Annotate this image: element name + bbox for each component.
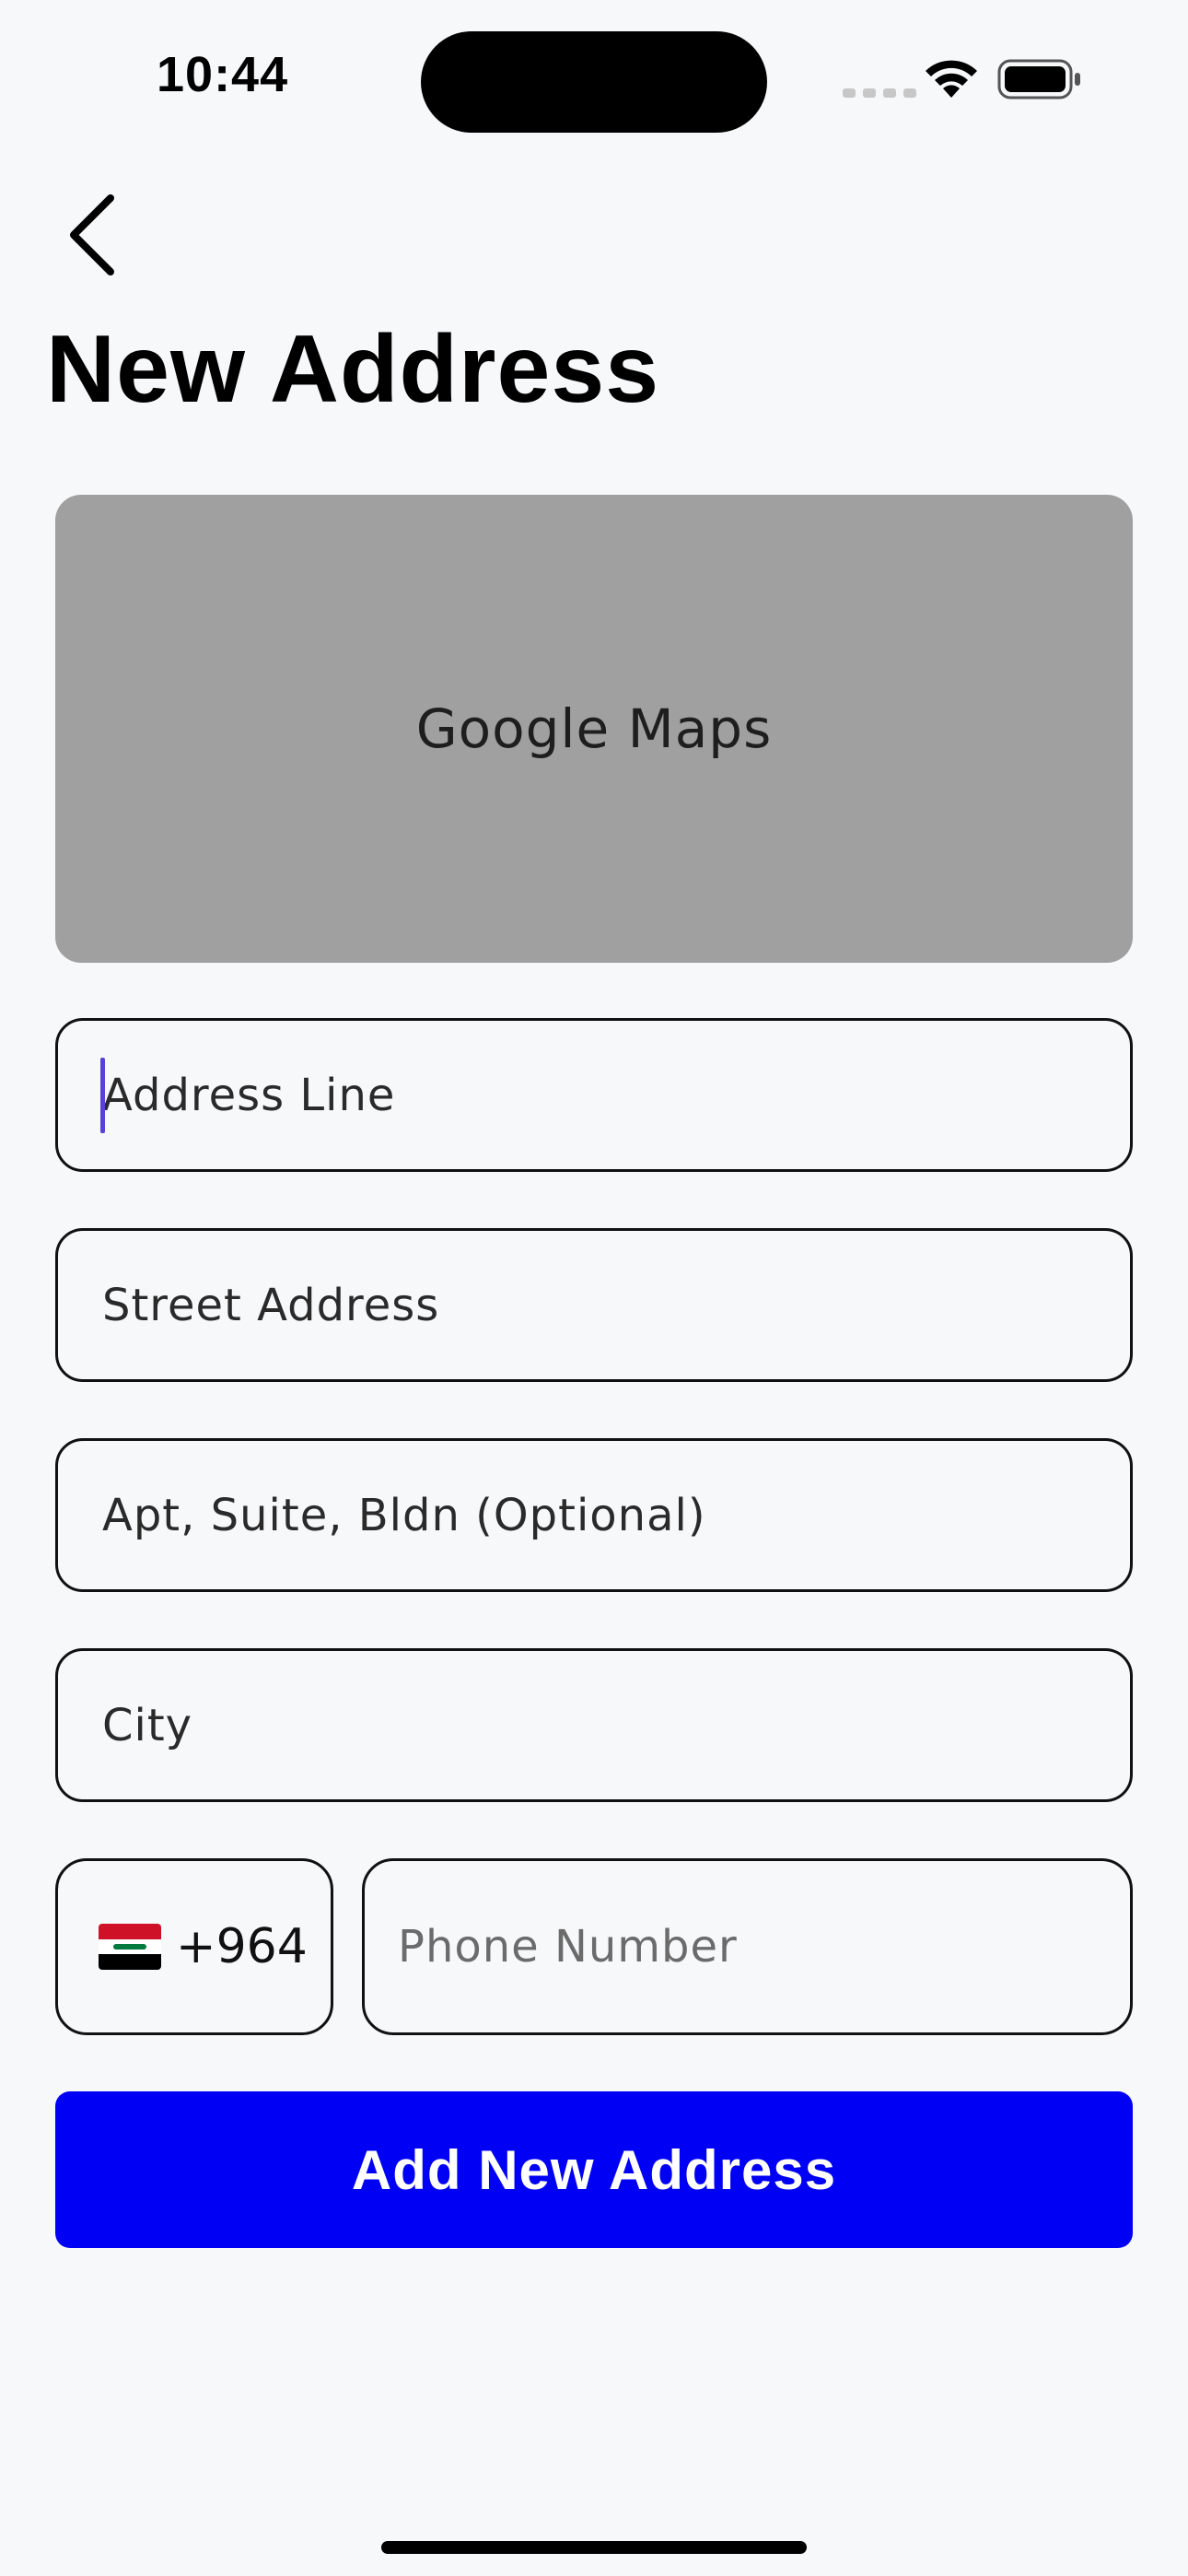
dynamic-island	[421, 31, 767, 133]
status-time: 10:44	[157, 47, 289, 102]
address-line-field[interactable]	[55, 1018, 1133, 1172]
map-label: Google Maps	[415, 697, 773, 760]
dial-code: +964	[176, 1919, 308, 1974]
phone-number-field[interactable]	[362, 1858, 1133, 2035]
new-address-screen: 10:44 New Address Google Maps Address Li…	[0, 0, 1188, 2576]
apt-suite-field[interactable]	[55, 1438, 1133, 1592]
text-cursor	[100, 1058, 105, 1133]
home-indicator[interactable]	[381, 2541, 807, 2554]
add-new-address-button[interactable]: Add New Address	[55, 2091, 1133, 2248]
cellular-signal-icon	[843, 88, 916, 98]
back-button[interactable]	[64, 184, 147, 286]
address-line-input[interactable]	[102, 1069, 1130, 1121]
city-input[interactable]	[102, 1699, 1130, 1751]
chevron-left-icon	[70, 194, 114, 275]
page-title: New Address	[46, 316, 660, 423]
street-address-input[interactable]	[102, 1279, 1130, 1331]
street-address-field[interactable]	[55, 1228, 1133, 1382]
apt-suite-input[interactable]	[102, 1489, 1130, 1541]
country-code-picker[interactable]: +964	[55, 1858, 333, 2035]
battery-icon	[997, 59, 1080, 100]
city-field[interactable]	[55, 1648, 1133, 1802]
wifi-icon	[926, 60, 977, 98]
iraq-flag-icon	[99, 1924, 161, 1970]
map-placeholder[interactable]: Google Maps	[55, 495, 1133, 963]
phone-number-input[interactable]	[398, 1921, 1130, 1973]
